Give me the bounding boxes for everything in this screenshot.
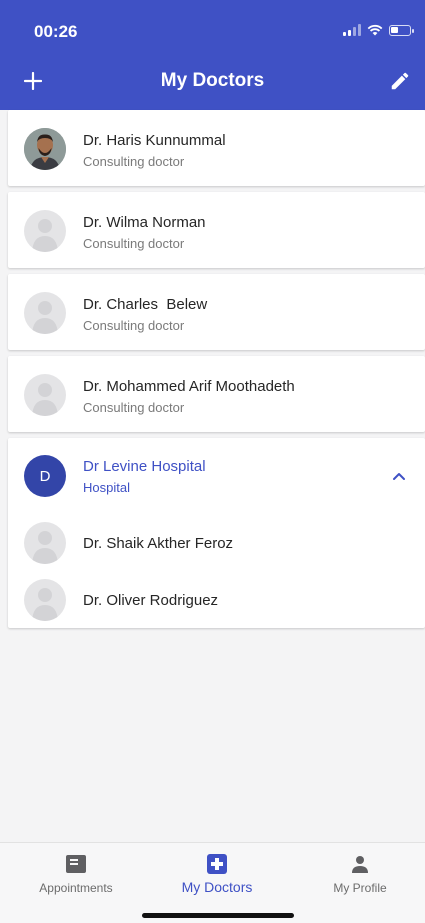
avatar-placeholder-icon <box>24 579 66 621</box>
doctor-card[interactable]: Dr. Haris Kunnummal Consulting doctor <box>8 110 425 186</box>
status-bar: 00:26 <box>0 0 425 56</box>
doctor-role: Consulting doctor <box>83 318 185 333</box>
avatar-placeholder-icon <box>24 210 66 252</box>
battery-icon <box>389 24 414 36</box>
bottom-nav: Appointments My Doctors My Profile <box>0 842 425 923</box>
status-time: 00:26 <box>34 22 78 41</box>
nav-label: My Profile <box>333 881 387 895</box>
doctor-card[interactable]: Dr. Wilma Norman Consulting doctor <box>8 192 425 268</box>
pencil-icon <box>391 72 409 90</box>
edit-button[interactable] <box>385 66 415 96</box>
page-title: My Doctors <box>160 70 265 91</box>
app-bar: My Doctors <box>0 56 425 110</box>
status-icons <box>343 24 414 36</box>
person-icon <box>352 856 368 873</box>
wifi-icon <box>367 24 383 36</box>
calendar-card-icon <box>66 855 86 873</box>
avatar-placeholder-icon <box>24 374 66 416</box>
doctor-name: Dr. Charles Belew <box>83 296 208 313</box>
hospital-header[interactable]: D Dr Levine Hospital Hospital <box>8 438 425 514</box>
nav-my-profile[interactable]: My Profile <box>290 853 425 895</box>
avatar-placeholder-icon <box>24 292 66 334</box>
doctor-list: Dr. Haris Kunnummal Consulting doctor Dr… <box>8 110 425 634</box>
doctor-role: Consulting doctor <box>83 400 185 415</box>
home-indicator <box>142 913 294 918</box>
doctor-name: Dr. Wilma Norman <box>83 214 206 231</box>
header: 00:26 My Doctors <box>0 0 425 110</box>
nav-appointments[interactable]: Appointments <box>6 853 146 895</box>
hospital-doctor-item[interactable]: Dr. Shaik Akther Feroz <box>8 514 425 571</box>
medical-cross-icon <box>207 854 227 874</box>
doctor-name: Dr. Mohammed Arif Moothadeth <box>83 378 295 395</box>
nav-my-doctors[interactable]: My Doctors <box>147 853 287 895</box>
hospital-type: Hospital <box>83 480 130 495</box>
doctor-card[interactable]: Dr. Mohammed Arif Moothadeth Consulting … <box>8 356 425 432</box>
hospital-card: D Dr Levine Hospital Hospital Dr. Shaik … <box>8 438 425 628</box>
collapse-button[interactable] <box>387 464 411 488</box>
doctor-role: Consulting doctor <box>83 236 185 251</box>
hospital-name: Dr Levine Hospital <box>83 458 206 475</box>
doctor-photo-avatar <box>24 128 66 170</box>
hospital-doctor-item[interactable]: Dr. Oliver Rodriguez <box>8 571 425 628</box>
nav-label: Appointments <box>39 881 113 895</box>
chevron-up-icon <box>393 473 405 480</box>
doctor-name: Dr. Shaik Akther Feroz <box>83 535 234 552</box>
hospital-avatar: D <box>24 455 66 497</box>
signal-icon <box>343 24 361 36</box>
doctor-name: Dr. Oliver Rodriguez <box>83 592 219 609</box>
doctor-card[interactable]: Dr. Charles Belew Consulting doctor <box>8 274 425 350</box>
nav-label: My Doctors <box>181 879 253 895</box>
doctor-role: Consulting doctor <box>83 154 185 169</box>
doctor-name: Dr. Haris Kunnummal <box>83 132 226 149</box>
avatar-placeholder-icon <box>24 522 66 564</box>
